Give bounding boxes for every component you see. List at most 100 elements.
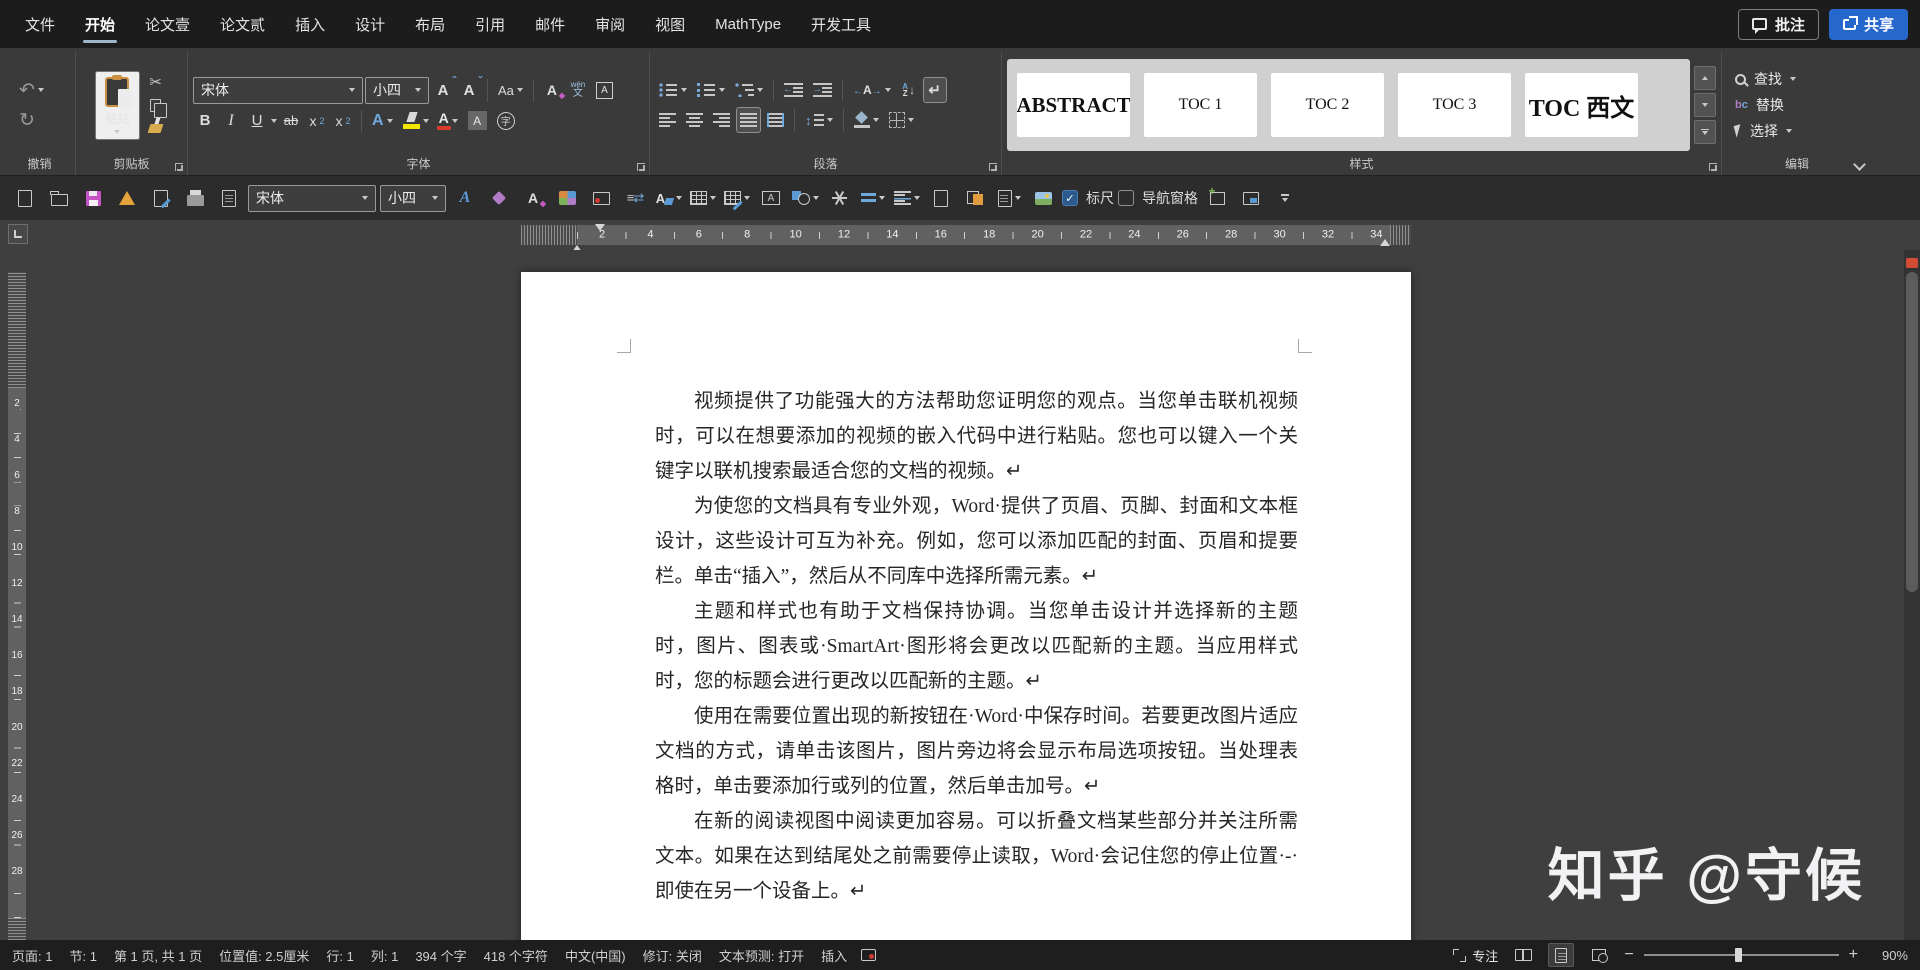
print-preview-button[interactable]	[214, 181, 244, 215]
menu-tab-MathType[interactable]: MathType	[700, 0, 796, 48]
style-brush-button[interactable]: A	[654, 181, 684, 215]
bold-button[interactable]: B	[193, 108, 217, 134]
gallery-scroll-down-button[interactable]	[1694, 93, 1716, 117]
select-button[interactable]: 选择	[1733, 121, 1792, 141]
menu-tab-开始[interactable]: 开始	[70, 0, 130, 48]
document-paragraph-1[interactable]: 为使您的文档具有专业外观，Word·提供了页眉、页脚、封面和文本框设计，这些设计…	[655, 489, 1298, 594]
status-item-9[interactable]: 修订: 关闭	[643, 946, 702, 965]
superscript-button[interactable]: x2	[331, 108, 355, 134]
document-page[interactable]: 视频提供了功能强大的方法帮助您证明您的观点。当您单击联机视频时，可以在想要添加的…	[521, 272, 1411, 940]
underline-button[interactable]: U	[245, 108, 269, 134]
pen-annotate-button[interactable]: A	[450, 181, 480, 215]
text-box-button[interactable]: A	[756, 181, 786, 215]
zoom-percentage[interactable]: 90%	[1870, 948, 1908, 963]
menu-tab-设计[interactable]: 设计	[340, 0, 400, 48]
zoom-slider-thumb[interactable]	[1735, 948, 1743, 962]
distribute-text-button[interactable]	[763, 107, 788, 133]
paste-button[interactable]: 粘贴	[95, 70, 140, 140]
underline-dropdown-icon[interactable]	[271, 118, 277, 123]
status-item-4[interactable]: 行: 1	[326, 946, 353, 965]
status-item-0[interactable]: 页面: 1	[12, 946, 52, 965]
styles-dialog-launcher[interactable]	[1709, 163, 1717, 171]
align-right-button[interactable]	[709, 107, 734, 133]
web-layout-button[interactable]	[1586, 943, 1612, 967]
status-item-7[interactable]: 418 个字符	[484, 946, 548, 965]
focus-mode-button[interactable]: 专注	[1453, 946, 1498, 965]
align-left-button[interactable]	[655, 107, 680, 133]
status-item-10[interactable]: 文本预测: 打开	[719, 946, 804, 965]
status-item-1[interactable]: 节: 1	[69, 946, 96, 965]
document-paragraph-2[interactable]: 主题和样式也有助于文档保持协调。当您单击设计并选择新的主题时，图片、图表或·Sm…	[655, 594, 1298, 699]
line-spacing-button[interactable]: ↕	[801, 107, 837, 133]
left-indent-marker[interactable]	[572, 228, 582, 252]
document-paragraph-0[interactable]: 视频提供了功能强大的方法帮助您证明您的观点。当您单击联机视频时，可以在想要添加的…	[655, 384, 1298, 489]
menu-tab-视图[interactable]: 视图	[640, 0, 700, 48]
horizontal-ruler[interactable]: 2 4 6 8 10 12 14 16 18 20 22 24 26 28 30 32 34	[521, 224, 1411, 252]
font-name-combobox[interactable]: 宋体	[193, 76, 363, 104]
page-view-button[interactable]	[926, 181, 956, 215]
new-document-button[interactable]	[10, 181, 40, 215]
multilevel-list-button[interactable]	[731, 77, 767, 103]
save-as-button[interactable]	[146, 181, 176, 215]
status-item-6[interactable]: 394 个字	[415, 946, 466, 965]
strikethrough-button[interactable]: ab	[279, 108, 303, 134]
font-dialog-launcher[interactable]	[637, 163, 645, 171]
read-mode-button[interactable]	[1510, 943, 1536, 967]
toolbar-font-name-combobox[interactable]: 宋体	[248, 184, 376, 212]
borders-button[interactable]	[885, 107, 918, 133]
status-item-11[interactable]: 插入	[821, 946, 847, 965]
menu-tab-开发工具[interactable]: 开发工具	[796, 0, 886, 48]
decrease-indent-button[interactable]	[780, 77, 807, 103]
symbol-button[interactable]	[824, 181, 854, 215]
list-styles-button[interactable]	[858, 181, 888, 215]
draw-table-button[interactable]	[722, 181, 752, 215]
toolbar-options-button[interactable]	[1270, 181, 1300, 215]
sort-button[interactable]: A Z ↓	[897, 77, 921, 103]
format-eraser-button[interactable]: A	[518, 181, 548, 215]
shrink-font-button[interactable]: Aˇ	[457, 75, 483, 103]
insert-table-button[interactable]	[688, 181, 718, 215]
open-button[interactable]	[44, 181, 74, 215]
status-item-5[interactable]: 列: 1	[371, 946, 398, 965]
vertical-ruler[interactable]: 2 4 6 8 10 12 14 16 18 20 22 24 26 28	[8, 272, 26, 940]
clipboard-dialog-launcher[interactable]	[175, 163, 183, 171]
paragraph-layout-button[interactable]: ≡⇄	[620, 181, 650, 215]
first-line-indent-marker[interactable]	[595, 224, 605, 231]
menu-tab-引用[interactable]: 引用	[460, 0, 520, 48]
highlight-button[interactable]	[399, 108, 433, 134]
style-card-1[interactable]: TOC 1	[1144, 73, 1257, 137]
format-painter-button[interactable]	[144, 118, 168, 139]
macro-record-icon[interactable]	[861, 949, 877, 961]
right-indent-marker[interactable]	[1380, 239, 1390, 246]
copy-button[interactable]	[144, 95, 168, 118]
clear-formatting-button[interactable]: A	[540, 77, 565, 103]
insert-picture-button[interactable]	[1028, 181, 1058, 215]
zoom-slider[interactable]	[1643, 948, 1839, 962]
eraser-button[interactable]	[484, 181, 514, 215]
document-paragraph-3[interactable]: 使用在需要位置出现的新按钮在·Word·中保存时间。若要更改图片适应文档的方式，…	[655, 699, 1298, 804]
media-button[interactable]	[552, 181, 582, 215]
menu-tab-插入[interactable]: 插入	[280, 0, 340, 48]
comments-button[interactable]: 批注	[1737, 8, 1819, 40]
align-center-button[interactable]	[682, 107, 707, 133]
menu-tab-论文壹[interactable]: 论文壹	[130, 0, 205, 48]
menu-tab-布局[interactable]: 布局	[400, 0, 460, 48]
status-item-3[interactable]: 位置值: 2.5厘米	[219, 946, 309, 965]
gallery-more-button[interactable]	[1694, 120, 1716, 144]
document-text-button[interactable]	[994, 181, 1024, 215]
cut-button[interactable]: ✂	[144, 72, 168, 93]
bullets-button[interactable]	[655, 77, 691, 103]
gallery-scroll-up-button[interactable]	[1694, 66, 1716, 90]
grow-font-button[interactable]: Aˆ	[431, 75, 457, 103]
document-paragraph-4[interactable]: 在新的阅读视图中阅读更加容易。可以折叠文档某些部分并关注所需文本。如果在达到结尾…	[655, 804, 1298, 909]
show-formatting-marks-button[interactable]: ↵	[922, 77, 947, 103]
style-card-4[interactable]: TOC 西文	[1525, 73, 1638, 137]
menu-tab-文件[interactable]: 文件	[10, 0, 70, 48]
subscript-button[interactable]: x2	[305, 108, 329, 134]
shading-button[interactable]	[850, 107, 883, 133]
increase-indent-button[interactable]	[809, 77, 836, 103]
save-button[interactable]	[78, 181, 108, 215]
navigation-pane-checkbox[interactable]: 导航窗格	[1118, 181, 1198, 215]
vertical-scrollbar[interactable]	[1904, 250, 1920, 940]
style-card-2[interactable]: TOC 2	[1271, 73, 1384, 137]
